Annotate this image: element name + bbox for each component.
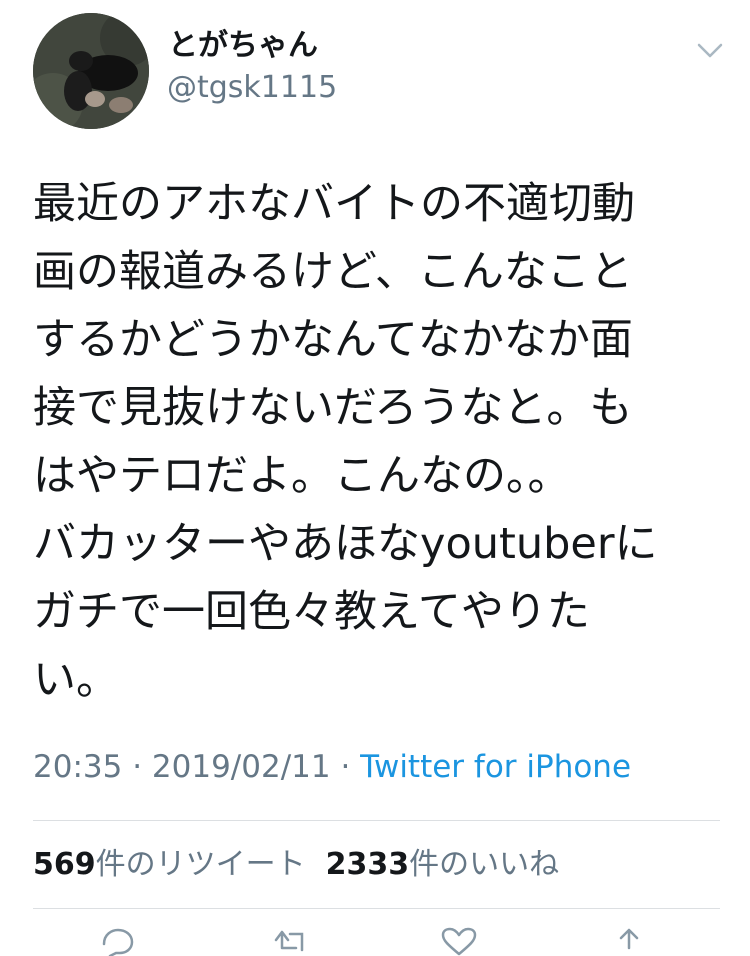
tweet-line: 接で見抜けないだろうなと。も [33,383,633,433]
tweet-stats: 569件のリツイート 2333件のいいね [33,843,559,887]
tweet-line: 画の報道みるけど、こんなこと [33,247,633,297]
divider [33,820,720,821]
tweet-date: 2019/02/11 [151,749,331,785]
meta-separator: · [122,749,152,785]
tweet-line: い。 [33,655,119,705]
heart-icon[interactable] [437,926,481,956]
retweets-count: 569 [33,847,96,882]
avatar-image [33,13,149,129]
likes-stat[interactable]: 2333件のいいね [326,847,560,882]
meta-separator: · [330,749,361,785]
retweets-label: 件のリツイート [95,847,306,882]
tweet-text: 最近のアホなバイトの不適切動 画の報道みるけど、こんなこと するかどうかなんてな… [33,170,723,714]
tweet-time: 20:35 [33,749,123,785]
divider [33,908,720,909]
chevron-down-icon[interactable] [697,42,723,60]
display-name[interactable]: とがちゃん [168,26,318,66]
tweet-line: はやテロだよ。こんなの。。 [33,451,571,501]
retweet-icon[interactable] [270,926,314,956]
avatar[interactable] [33,13,149,129]
tweet-line: 最近のアホなバイトの不適切動 [33,179,635,229]
tweet-meta: 20:35 · 2019/02/11 · Twitter for iPhone [33,745,631,789]
share-icon[interactable] [607,926,651,956]
user-handle[interactable]: @tgsk1115 [167,68,337,108]
likes-label: 件のいいね [409,847,560,882]
retweets-stat[interactable]: 569件のリツイート [33,847,306,882]
tweet-line: バカッターやあほなyoutuberに [33,519,658,569]
tweet-line: するかどうかなんてなかなか面 [33,315,633,365]
tweet-line: ガチで一回色々教えてやりた [33,587,590,637]
tweet-source-link[interactable]: Twitter for iPhone [360,749,631,785]
reply-icon[interactable] [96,926,140,956]
likes-count: 2333 [325,847,410,882]
